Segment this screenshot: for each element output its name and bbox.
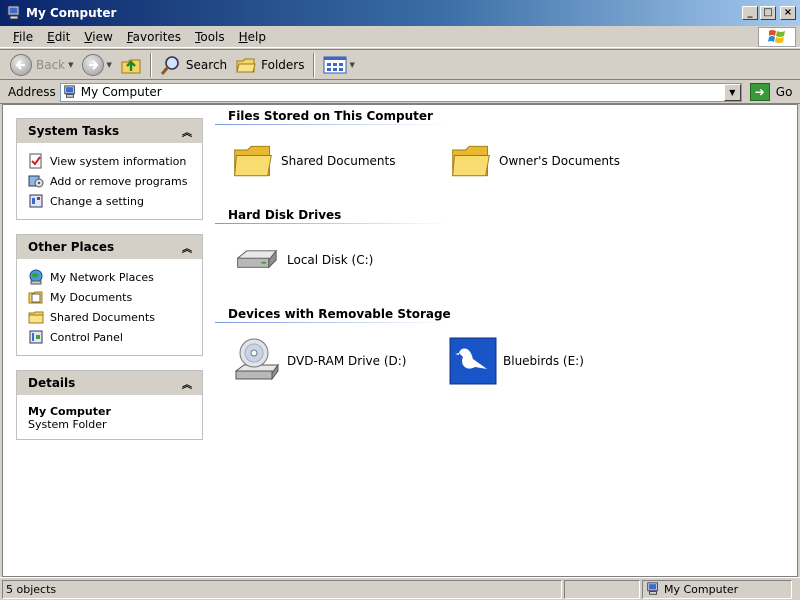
- menu-favorites[interactable]: avoritesFavorites: [120, 28, 188, 46]
- address-input[interactable]: My Computer ▼: [59, 82, 742, 102]
- details-header[interactable]: Details ︽: [17, 371, 202, 395]
- hard-drive-icon: [236, 249, 278, 269]
- go-button[interactable]: ➜ Go: [749, 83, 792, 101]
- collapse-chevron-icon[interactable]: ︽: [182, 240, 192, 255]
- details-name: My Computer: [28, 405, 111, 418]
- place-shared-documents[interactable]: Shared Documents: [28, 307, 192, 327]
- other-places-header[interactable]: Other Places ︽: [17, 235, 202, 259]
- folder-icon: [234, 145, 272, 177]
- item-shared-documents[interactable]: Shared Documents: [231, 139, 395, 183]
- back-dropdown-icon[interactable]: ▼: [68, 61, 73, 69]
- my-computer-icon: [647, 582, 658, 595]
- collapse-chevron-icon[interactable]: ︽: [182, 376, 192, 391]
- system-tasks-header[interactable]: System Tasks ︽: [17, 119, 202, 143]
- back-button[interactable]: Back ▼: [6, 52, 78, 78]
- dvd-drive-icon: [234, 338, 279, 381]
- item-dvd-ram-drive-d[interactable]: DVD-RAM Drive (D:): [231, 337, 407, 385]
- search-button[interactable]: Search: [156, 52, 231, 78]
- back-arrow-icon: [10, 53, 32, 76]
- minimize-button[interactable]: _: [742, 6, 758, 20]
- title-bar[interactable]: My Computer _ □ ×: [0, 0, 800, 26]
- menu-help[interactable]: Help: [232, 28, 273, 46]
- my-documents-icon: [28, 291, 43, 304]
- other-places-panel: Other Places ︽ My Network Places My Docu…: [16, 234, 203, 356]
- shared-folder-icon: [28, 311, 44, 324]
- address-label: Address: [8, 85, 56, 99]
- group-files-stored: Files Stored on This Computer: [215, 105, 505, 125]
- my-computer-icon: [64, 85, 75, 98]
- group-removable-storage: Devices with Removable Storage: [215, 303, 505, 323]
- folders-button[interactable]: Folders: [231, 52, 308, 78]
- place-control-panel[interactable]: Control Panel: [28, 327, 192, 347]
- task-pane: System Tasks ︽ View system information A…: [16, 118, 203, 454]
- folder-content: Files Stored on This Computer Shared Doc…: [215, 105, 795, 402]
- place-my-documents[interactable]: My Documents: [28, 287, 192, 307]
- place-my-network-places[interactable]: My Network Places: [28, 267, 192, 287]
- menu-file[interactable]: File: [6, 28, 40, 46]
- main-area: System Tasks ︽ View system information A…: [2, 104, 798, 577]
- go-arrow-icon: ➜: [749, 83, 770, 101]
- add-remove-programs-icon: [28, 175, 44, 188]
- up-button[interactable]: [116, 52, 146, 78]
- folder-up-icon: [121, 59, 141, 73]
- status-pane-empty: [564, 579, 640, 599]
- maximize-button[interactable]: □: [760, 6, 776, 20]
- item-bluebirds-e[interactable]: Bluebirds (E:): [449, 337, 584, 385]
- address-value: My Computer: [80, 85, 162, 99]
- forward-arrow-icon: [81, 53, 104, 76]
- collapse-chevron-icon[interactable]: ︽: [182, 124, 192, 139]
- control-panel-icon: [29, 330, 43, 344]
- window-title: My Computer: [26, 6, 117, 20]
- status-object-count: 5 objects: [2, 579, 562, 599]
- item-owners-documents[interactable]: Owner's Documents: [449, 139, 620, 183]
- network-places-icon: [29, 269, 43, 285]
- views-icon: [323, 56, 346, 73]
- windows-logo-icon: [758, 27, 796, 47]
- menu-tools[interactable]: Tools: [188, 28, 232, 46]
- bluebird-drive-icon: [449, 337, 497, 385]
- group-hard-disk-drives: Hard Disk Drives: [215, 204, 505, 224]
- change-setting-icon: [29, 194, 43, 208]
- folder-icon: [452, 145, 490, 177]
- details-type: System Folder: [28, 418, 107, 431]
- my-computer-icon: [7, 5, 20, 20]
- status-bar: 5 objects My Computer: [0, 577, 800, 600]
- forward-dropdown-icon[interactable]: ▼: [107, 61, 112, 69]
- menu-edit[interactable]: Edit: [40, 28, 77, 46]
- item-local-disk-c[interactable]: Local Disk (C:): [231, 238, 373, 282]
- task-add-remove-programs[interactable]: Add or remove programs: [28, 171, 192, 191]
- close-button[interactable]: ×: [780, 6, 796, 20]
- system-info-icon: [29, 153, 42, 169]
- standard-toolbar: Back ▼ ▼ Search Folders ▼: [0, 49, 800, 80]
- task-view-system-information[interactable]: View system information: [28, 151, 192, 171]
- search-icon: [160, 55, 179, 75]
- task-change-a-setting[interactable]: Change a setting: [28, 191, 192, 211]
- details-panel: Details ︽ My Computer System Folder: [16, 370, 203, 440]
- address-dropdown-icon[interactable]: ▼: [723, 83, 741, 101]
- forward-button[interactable]: ▼: [78, 52, 116, 78]
- status-location: My Computer: [642, 579, 792, 599]
- folders-icon: [236, 58, 256, 72]
- views-dropdown-icon[interactable]: ▼: [350, 61, 355, 69]
- views-button[interactable]: ▼: [319, 52, 359, 78]
- system-tasks-panel: System Tasks ︽ View system information A…: [16, 118, 203, 220]
- menu-bar: File Edit View avoritesFavorites Tools H…: [0, 26, 800, 48]
- address-bar: Address My Computer ▼ ➜ Go: [0, 81, 800, 104]
- menu-view[interactable]: View: [77, 28, 119, 46]
